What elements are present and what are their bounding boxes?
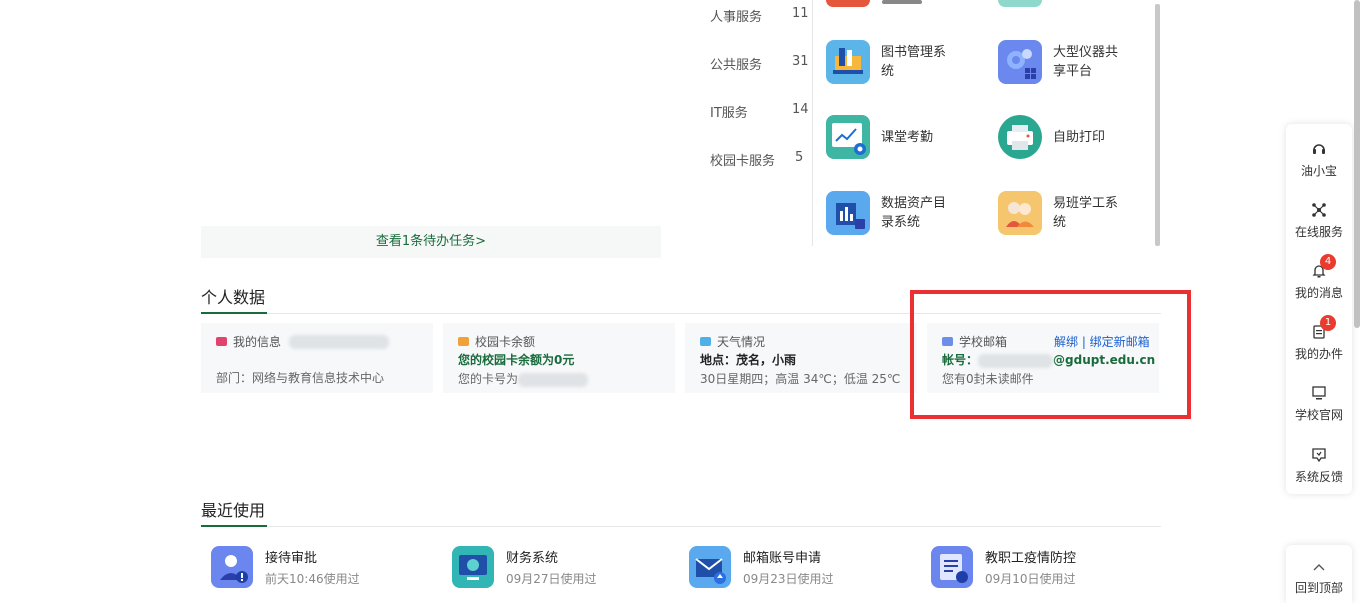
recent-time: 09月10日使用过 xyxy=(985,572,1076,586)
app-data-catalog[interactable]: 数据资产目录系统 xyxy=(826,191,951,235)
card-header: 我的信息 xyxy=(216,333,390,350)
recent-name: 接待审批 xyxy=(265,551,318,566)
recent-name: 邮箱账号申请 xyxy=(743,551,822,566)
card-header: 天气情况 xyxy=(700,333,765,350)
app-label: 图书管理系统 xyxy=(881,45,947,79)
weather-place: 地点：茂名，小雨 xyxy=(700,353,797,367)
card-my-info[interactable]: 我的信息 部门：网络与教育信息技术中心 xyxy=(201,323,433,393)
pending-tasks-link[interactable]: 查看1条待办任务> xyxy=(201,226,661,258)
finance-icon xyxy=(452,546,494,588)
toolbar-label: 在线服务 xyxy=(1294,225,1343,239)
toolbar-label: 我的消息 xyxy=(1294,286,1343,300)
recent-name: 教职工疫情防控 xyxy=(985,551,1077,566)
app-label: 自助打印 xyxy=(1053,129,1106,145)
toolbar-messages[interactable]: 4 我的消息 xyxy=(1286,254,1352,301)
balance-text: 您的校园卡余额为0元 xyxy=(458,353,575,367)
toolbar-assistant[interactable]: 油小宝 xyxy=(1286,138,1352,179)
section-divider xyxy=(201,526,1161,527)
card-weather[interactable]: 天气情况 地点：茂名，小雨 30日星期四；高温 34℃；低温 25℃ xyxy=(685,323,917,393)
app-label: 课堂考勤 xyxy=(881,129,934,145)
reception-approval-icon xyxy=(211,546,253,588)
section-title-personal: 个人数据 xyxy=(201,288,266,307)
department: 部门：网络与教育信息技术中心 xyxy=(216,371,385,385)
app-label: 数据资产目录系统 xyxy=(881,196,947,230)
redacted-name xyxy=(289,334,390,349)
back-to-top-label: 回到顶部 xyxy=(1294,581,1343,595)
highlight-box xyxy=(910,290,1191,419)
user-info-icon xyxy=(216,337,227,346)
card-title: 我的信息 xyxy=(233,335,282,349)
card-number: 您的卡号为 xyxy=(458,370,589,387)
section-title-recent: 最近使用 xyxy=(201,501,266,520)
instrument-share-icon xyxy=(998,40,1042,84)
recent-time: 09月27日使用过 xyxy=(506,572,597,586)
card-title: 校园卡余额 xyxy=(475,335,536,349)
app-attendance[interactable]: 课堂考勤 xyxy=(826,115,951,159)
category-public[interactable]: 公共服务 xyxy=(710,54,762,73)
section-underline xyxy=(201,525,267,527)
recent-time: 09月23日使用过 xyxy=(743,572,834,586)
headset-icon xyxy=(1313,144,1325,154)
back-to-top-button[interactable]: 回到顶部 xyxy=(1286,545,1352,603)
network-icon xyxy=(1312,203,1326,217)
printer-icon xyxy=(998,115,1042,159)
recent-name: 财务系统 xyxy=(506,551,559,566)
recent-time: 前天10:46使用过 xyxy=(265,572,360,586)
category-count: 5 xyxy=(795,150,804,165)
toolbar-feedback[interactable]: 系统反馈 xyxy=(1286,444,1352,485)
toolbar-label: 学校官网 xyxy=(1294,408,1343,422)
partial-app-icon xyxy=(826,0,870,7)
recent-item[interactable]: 邮箱账号申请 09月23日使用过 xyxy=(689,546,834,588)
app-library[interactable]: 图书管理系统 xyxy=(826,40,951,84)
section-underline xyxy=(201,312,267,314)
task-badge: 1 xyxy=(1320,315,1336,331)
library-icon xyxy=(826,40,870,84)
recent-item[interactable]: 教职工疫情防控 09月10日使用过 xyxy=(931,546,1076,588)
category-count: 31 xyxy=(792,54,809,69)
recent-item[interactable]: 财务系统 09月27日使用过 xyxy=(452,546,597,588)
data-catalog-icon xyxy=(826,191,870,235)
floating-toolbar: 油小宝 在线服务 4 我的消息 1 我的办件 学校官网 系统反馈 xyxy=(1286,124,1352,494)
mail-apply-icon xyxy=(689,546,731,588)
redacted-card-number xyxy=(518,372,589,387)
weather-detail: 30日星期四；高温 34℃；低温 25℃ xyxy=(700,372,901,386)
card-title: 天气情况 xyxy=(717,335,766,349)
feedback-icon xyxy=(1312,448,1326,463)
toolbar-label: 我的办件 xyxy=(1294,347,1343,361)
yiban-icon xyxy=(998,191,1042,235)
category-campus-card[interactable]: 校园卡服务 xyxy=(710,150,775,169)
chevron-up-icon xyxy=(1313,564,1325,571)
toolbar-my-tasks[interactable]: 1 我的办件 xyxy=(1286,315,1352,362)
monitor-icon xyxy=(1312,386,1326,400)
app-yiban[interactable]: 易班学工系统 xyxy=(998,191,1123,235)
card-campus-balance[interactable]: 校园卡余额 您的校园卡余额为0元 您的卡号为 xyxy=(443,323,675,393)
category-it[interactable]: IT服务 xyxy=(710,102,748,121)
app-label: 大型仪器共享平台 xyxy=(1053,45,1119,79)
app-instrument-share[interactable]: 大型仪器共享平台 xyxy=(998,40,1123,84)
category-count: 11 xyxy=(792,6,809,21)
category-hr[interactable]: 人事服务 xyxy=(710,6,762,25)
card-header: 校园卡余额 xyxy=(458,333,535,350)
toolbar-online-service[interactable]: 在线服务 xyxy=(1286,199,1352,240)
wallet-icon xyxy=(458,337,469,346)
apps-scrollbar[interactable] xyxy=(1155,4,1160,246)
recent-item[interactable]: 接待审批前天10:46使用过 xyxy=(211,546,360,588)
toolbar-school-site[interactable]: 学校官网 xyxy=(1286,382,1352,423)
partial-app-icon xyxy=(998,0,1042,7)
toolbar-label: 系统反馈 xyxy=(1294,470,1343,484)
app-label: 易班学工系统 xyxy=(1053,196,1119,230)
page-scrollbar[interactable] xyxy=(1354,0,1360,328)
weather-icon xyxy=(700,337,711,346)
partial-app-label xyxy=(882,0,922,4)
message-badge: 4 xyxy=(1320,254,1336,270)
app-print[interactable]: 自助打印 xyxy=(998,115,1123,159)
toolbar-label: 油小宝 xyxy=(1300,164,1337,178)
attendance-icon xyxy=(826,115,870,159)
epidemic-icon xyxy=(931,546,973,588)
card-number-label: 您的卡号为 xyxy=(458,372,519,386)
category-count: 14 xyxy=(792,102,809,117)
divider xyxy=(812,0,813,246)
